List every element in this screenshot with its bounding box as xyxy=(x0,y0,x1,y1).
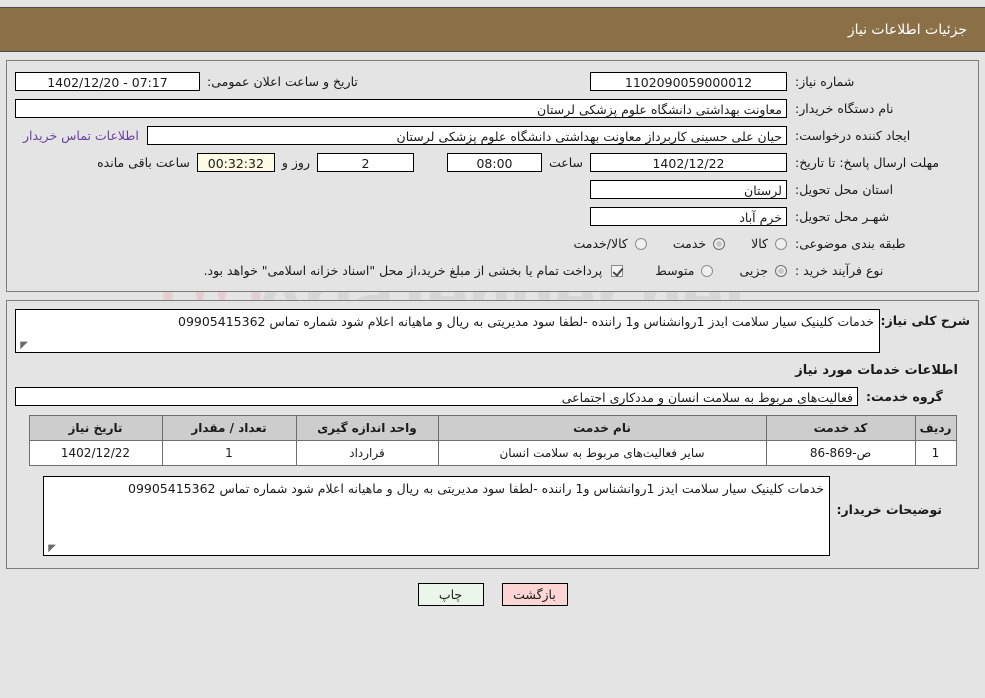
cell-service-code: ص-869-86 xyxy=(765,440,916,466)
category-option-kala-khedmat[interactable]: کالا/خدمت xyxy=(573,236,647,251)
creator-field[interactable]: حیان علی حسینی کاربرداز معاونت بهداشتی د… xyxy=(146,126,787,145)
summary-row: شرح کلی نیاز: خدمات کلینیک سیار سلامت ای… xyxy=(15,309,970,353)
countdown-field: 00:32:32 xyxy=(196,153,275,172)
category-option-khedmat[interactable]: خدمت xyxy=(672,236,726,251)
process-type-label: نوع فرآیند خرید : xyxy=(795,263,884,278)
radio-icon-kala-khedmat[interactable] xyxy=(634,237,647,250)
deadline-row: مهلت ارسال پاسخ: تا تاریخ: 1402/12/22 سا… xyxy=(15,152,970,173)
treasury-note: پرداخت تمام یا بخشی از مبلغ خرید،از محل … xyxy=(203,263,603,278)
table-row[interactable]: 1 ص-869-86 سایر فعالیت‌های مربوط به سلام… xyxy=(28,440,957,466)
category-row: طبقه بندی موضوعی: کالا خدمت کالا/خدمت xyxy=(15,233,970,254)
hour-label: ساعت xyxy=(548,155,583,170)
service-group-label: گروه خدمت: xyxy=(866,389,943,404)
category-label: طبقه بندی موضوعی: xyxy=(795,236,906,251)
cell-unit: قرارداد xyxy=(295,440,439,466)
footer-actions: بازگشت چاپ xyxy=(0,583,985,606)
city-row: شهـر محل تحویل: خرم آباد xyxy=(15,206,970,227)
th-service-name: نام خدمت xyxy=(437,415,767,441)
process-option-motavaset[interactable]: متوسط xyxy=(655,263,714,278)
cell-need-date: 1402/12/22 xyxy=(28,440,163,466)
creator-row: ایجاد کننده درخواست: حیان علی حسینی کارب… xyxy=(15,125,970,146)
buyer-org-row: نام دستگاه خریدار: معاونت بهداشتی دانشگا… xyxy=(15,98,970,119)
th-need-date: تاریخ نیاز xyxy=(28,415,163,441)
service-group-field[interactable]: فعالیت‌های مربوط به سلامت انسان و مددکار… xyxy=(15,387,858,406)
deadline-date-field[interactable]: 1402/12/22 xyxy=(590,153,787,172)
table-header-row: ردیف کد خدمت نام خدمت واحد اندازه گیری ت… xyxy=(28,415,957,441)
process-option-motavaset-label: متوسط xyxy=(655,263,695,278)
radio-icon-khedmat[interactable] xyxy=(713,237,726,250)
category-radio-group: کالا خدمت کالا/خدمت xyxy=(547,236,787,251)
radio-icon-motavaset[interactable] xyxy=(701,264,714,277)
summary-textarea[interactable]: خدمات کلینیک سیار سلامت ایدز 1روانشناس و… xyxy=(15,309,880,353)
process-option-jozei-label: جزیی xyxy=(739,263,768,278)
province-label: استان محل تحویل: xyxy=(795,182,894,197)
cell-quantity: 1 xyxy=(161,440,297,466)
th-service-code: کد خدمت xyxy=(765,415,916,441)
buyer-notes-label: توضیحات خریدار: xyxy=(836,502,942,517)
remaining-days-field[interactable]: 2 xyxy=(316,153,414,172)
city-field[interactable]: خرم آباد xyxy=(590,207,787,226)
need-number-label: شماره نیاز: xyxy=(795,74,855,89)
province-row: استان محل تحویل: لرستان xyxy=(15,179,970,200)
process-type-row: نوع فرآیند خرید : جزیی متوسط پرداخت تمام… xyxy=(15,260,970,281)
process-option-jozei[interactable]: جزیی xyxy=(739,263,787,278)
need-info-panel: شماره نیاز: 1102090059000012 تاریخ و ساع… xyxy=(6,60,979,292)
services-section-heading: اطلاعات خدمات مورد نیاز xyxy=(795,363,958,378)
remaining-hours-label: ساعت باقی مانده xyxy=(97,155,190,170)
category-option-kala-label: کالا xyxy=(751,236,768,251)
page-header: جزئیات اطلاعات نیاز xyxy=(0,7,985,52)
buyer-notes-textarea[interactable]: خدمات کلینیک سیار سلامت ایدز 1روانشناس و… xyxy=(43,476,830,556)
buyer-org-label: نام دستگاه خریدار: xyxy=(795,101,894,116)
buyer-org-field[interactable]: معاونت بهداشتی دانشگاه علوم پزشکی لرستان xyxy=(15,99,787,118)
need-number-field[interactable]: 1102090059000012 xyxy=(590,72,787,91)
summary-label: شرح کلی نیاز: xyxy=(880,313,970,328)
category-option-kala-khedmat-label: کالا/خدمت xyxy=(573,236,628,251)
services-table: ردیف کد خدمت نام خدمت واحد اندازه گیری ت… xyxy=(28,415,957,466)
province-field[interactable]: لرستان xyxy=(590,180,787,199)
back-button[interactable]: بازگشت xyxy=(501,583,568,606)
deadline-label: مهلت ارسال پاسخ: تا تاریخ: xyxy=(795,155,940,170)
creator-label: ایجاد کننده درخواست: xyxy=(795,128,911,143)
city-label: شهـر محل تحویل: xyxy=(795,209,890,224)
summary-text: خدمات کلینیک سیار سلامت ایدز 1روانشناس و… xyxy=(178,314,874,329)
page-title: جزئیات اطلاعات نیاز xyxy=(847,21,967,38)
cell-row-no: 1 xyxy=(914,440,957,466)
process-radio-group: جزیی متوسط xyxy=(629,263,787,278)
th-quantity: تعداد / مقدار xyxy=(161,415,297,441)
deadline-time-field[interactable]: 08:00 xyxy=(446,153,542,172)
category-option-kala[interactable]: کالا xyxy=(751,236,787,251)
resize-grip-icon[interactable]: ◤ xyxy=(18,341,28,351)
announce-date-field[interactable]: 1402/12/20 - 07:17 xyxy=(15,72,200,91)
th-unit: واحد اندازه گیری xyxy=(295,415,439,441)
announce-label: تاریخ و ساعت اعلان عمومی: xyxy=(207,74,358,89)
th-row-no: ردیف xyxy=(914,415,957,441)
category-option-khedmat-label: خدمت xyxy=(672,236,707,251)
need-summary-panel: شرح کلی نیاز: خدمات کلینیک سیار سلامت ای… xyxy=(6,300,979,569)
buyer-notes-text: خدمات کلینیک سیار سلامت ایدز 1روانشناس و… xyxy=(128,481,824,496)
treasury-checkbox[interactable] xyxy=(611,264,624,277)
need-number-row: شماره نیاز: 1102090059000012 تاریخ و ساع… xyxy=(15,71,970,92)
buyer-contact-link[interactable]: اطلاعات تماس خریدار xyxy=(15,128,147,143)
resize-grip-icon-notes[interactable]: ◤ xyxy=(46,544,56,554)
cell-service-name: سایر فعالیت‌های مربوط به سلامت انسان xyxy=(437,440,767,466)
buyer-notes-row: توضیحات خریدار: خدمات کلینیک سیار سلامت … xyxy=(43,476,942,556)
radio-icon-kala[interactable] xyxy=(775,237,787,250)
print-button[interactable]: چاپ xyxy=(417,583,484,606)
service-group-row: گروه خدمت: فعالیت‌های مربوط به سلامت انس… xyxy=(15,386,970,407)
radio-icon-jozei[interactable] xyxy=(775,264,787,277)
days-label: روز و xyxy=(281,155,310,170)
